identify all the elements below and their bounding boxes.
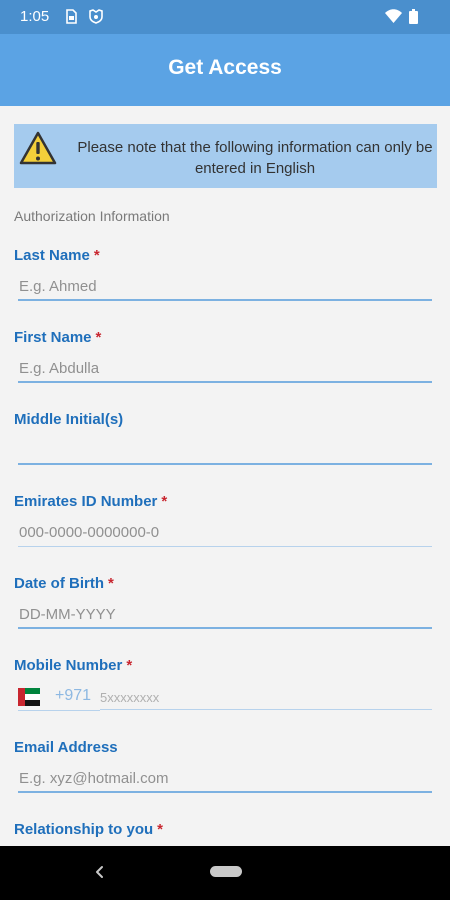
- english-only-notice: Please note that the following informati…: [14, 124, 437, 188]
- first-name-label-text: First Name: [14, 329, 92, 346]
- last-name-label: Last Name *: [14, 247, 100, 264]
- relationship-label-text: Relationship to you: [14, 821, 154, 838]
- mobile-number-input[interactable]: [100, 686, 432, 710]
- email-label: Email Address: [14, 739, 118, 756]
- date-of-birth-input[interactable]: [18, 603, 432, 629]
- app-bar: Get Access: [0, 34, 450, 106]
- status-time: 1:05: [20, 8, 50, 25]
- sim-card-icon: [66, 9, 77, 29]
- required-marker: *: [95, 329, 102, 346]
- mobile-number-label: Mobile Number *: [14, 657, 132, 674]
- back-icon[interactable]: [93, 864, 107, 885]
- last-name-label-text: Last Name: [14, 247, 90, 264]
- country-dial-code: +971: [55, 687, 92, 704]
- flag-red-band: [18, 688, 25, 706]
- middle-initials-label: Middle Initial(s): [14, 411, 123, 428]
- shield-icon: [89, 9, 103, 29]
- page-title: Get Access: [168, 56, 282, 79]
- date-of-birth-label-text: Date of Birth: [14, 575, 104, 592]
- first-name-label: First Name *: [14, 329, 101, 346]
- system-nav-bar: [0, 846, 450, 900]
- required-marker: *: [126, 657, 133, 674]
- emirates-id-label-text: Emirates ID Number: [14, 493, 158, 510]
- mobile-prefix-underline: [18, 710, 100, 711]
- warning-icon: [18, 130, 58, 171]
- uae-flag-icon[interactable]: [18, 688, 40, 706]
- emirates-id-input[interactable]: [18, 521, 432, 547]
- required-marker: *: [161, 493, 168, 510]
- battery-icon: [409, 9, 418, 29]
- middle-initials-label-text: Middle Initial(s): [14, 411, 124, 428]
- home-pill-icon[interactable]: [210, 866, 242, 877]
- flag-black-band: [25, 700, 40, 706]
- email-label-text: Email Address: [14, 739, 118, 756]
- date-of-birth-label: Date of Birth *: [14, 575, 114, 592]
- last-name-input[interactable]: [18, 275, 432, 301]
- emirates-id-label: Emirates ID Number *: [14, 493, 167, 510]
- required-marker: *: [108, 575, 114, 592]
- wifi-icon: [385, 9, 402, 28]
- middle-initials-input[interactable]: [18, 439, 432, 465]
- status-bar: 1:05: [0, 0, 450, 34]
- required-marker: *: [157, 821, 164, 838]
- first-name-input[interactable]: [18, 357, 432, 383]
- mobile-number-label-text: Mobile Number: [14, 657, 123, 674]
- email-input[interactable]: [18, 767, 432, 793]
- notice-text: Please note that the following informati…: [77, 139, 433, 177]
- section-title: Authorization Information: [14, 208, 170, 224]
- relationship-label: Relationship to you *: [14, 821, 163, 838]
- required-marker: *: [93, 247, 100, 264]
